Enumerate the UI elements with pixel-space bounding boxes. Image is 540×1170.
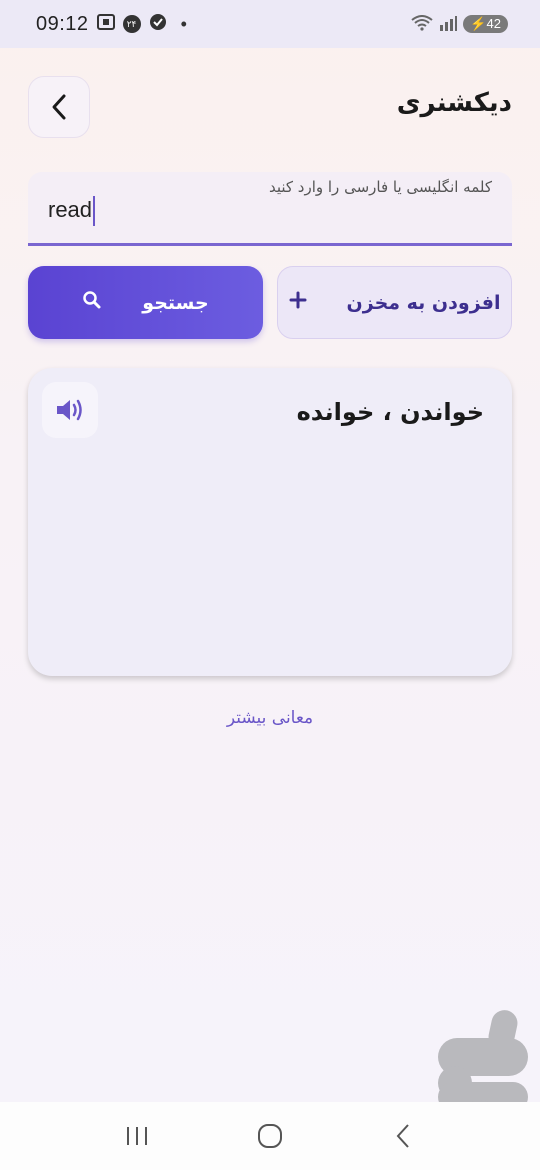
add-button-label: افزودن به مخزن xyxy=(346,291,501,314)
search-button[interactable]: جستجو xyxy=(28,266,263,339)
speak-button[interactable] xyxy=(42,382,98,438)
dot-icon: • xyxy=(180,13,187,34)
search-input[interactable]: کلمه انگلیسی یا فارسی را وارد کنید read xyxy=(28,172,512,246)
text-cursor xyxy=(93,196,96,226)
add-to-storage-button[interactable]: افزودن به مخزن xyxy=(277,266,512,339)
status-bar: 09:12 ۲۴ • ⚡42 xyxy=(0,0,540,48)
search-value: read xyxy=(48,196,96,226)
header: دیکشنری xyxy=(28,76,512,138)
back-icon[interactable] xyxy=(383,1123,423,1149)
badge-icon: ۲۴ xyxy=(122,15,141,33)
page-title: دیکشنری xyxy=(396,88,512,118)
search-label: کلمه انگلیسی یا فارسی را وارد کنید xyxy=(268,178,492,196)
magnifier-icon xyxy=(82,290,102,315)
status-bar-left: 09:12 ۲۴ • xyxy=(36,13,187,36)
more-meanings-link[interactable]: معانی بیشتر xyxy=(0,708,540,728)
speaker-icon xyxy=(57,399,82,421)
search-button-label: جستجو xyxy=(142,291,209,314)
battery-level: 42 xyxy=(486,16,501,31)
wifi-icon xyxy=(411,14,433,34)
signal-icon xyxy=(439,15,458,34)
battery-icon: ⚡42 xyxy=(463,15,508,33)
status-time: 09:12 xyxy=(36,12,89,35)
back-button[interactable] xyxy=(28,76,90,138)
word-meaning: خواندن ، خوانده xyxy=(296,398,484,426)
system-nav-bar xyxy=(0,1102,540,1170)
search-text: read xyxy=(48,196,93,222)
status-bar-right: ⚡42 xyxy=(411,14,508,34)
home-icon[interactable] xyxy=(250,1123,290,1149)
recent-apps-icon[interactable] xyxy=(117,1125,157,1147)
screenshot-icon xyxy=(96,14,115,34)
chevron-left-icon xyxy=(52,94,66,120)
result-card: خواندن ، خوانده xyxy=(28,368,512,676)
plus-icon xyxy=(289,291,307,314)
shield-check-icon xyxy=(149,13,167,35)
